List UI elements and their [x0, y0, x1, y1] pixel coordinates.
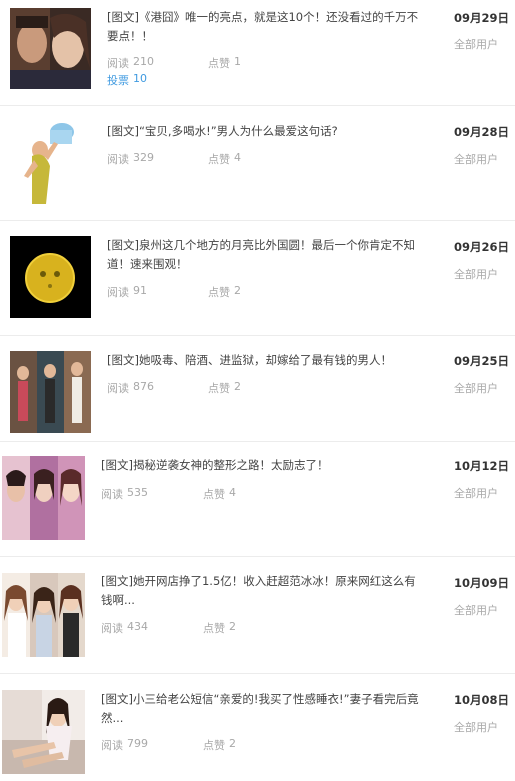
like-count: 2 [229, 737, 236, 750]
read-count: 434 [127, 620, 148, 633]
article-thumbnail[interactable] [10, 8, 91, 89]
article-thumbnail[interactable] [2, 573, 85, 657]
list-item[interactable]: [图文]她开网店挣了1.5亿！收入赶超范冰冰！原来网红这么有钱啊... 阅读 4… [0, 557, 515, 674]
publish-date: 10月08日 [454, 693, 510, 707]
vote-count[interactable]: 10 [133, 72, 147, 85]
audience-label: 全部用户 [454, 268, 498, 281]
list-item[interactable]: [图文]“宝贝,多喝水!”男人为什么最爱这句话? 阅读 329 点赞 4 09月… [0, 106, 515, 221]
article-title[interactable]: [图文]泉州这几个地方的月亮比外国圆！最后一个你肯定不知道！速来围观！ [107, 236, 425, 274]
audience-label: 全部用户 [454, 153, 498, 166]
audience-label: 全部用户 [454, 38, 498, 51]
publish-date: 09月28日 [454, 125, 510, 139]
like-count: 2 [234, 380, 241, 393]
read-count: 876 [133, 380, 154, 393]
list-item[interactable]: [图文]她吸毒、陪酒、进监狱，却嫁给了最有钱的男人！ 阅读 876 点赞 2 0… [0, 336, 515, 442]
audience-label: 全部用户 [454, 382, 498, 395]
read-label: 阅读 [107, 57, 129, 70]
read-count: 210 [133, 55, 154, 68]
read-label: 阅读 [101, 622, 123, 635]
publish-date: 09月26日 [454, 240, 510, 254]
read-label: 阅读 [101, 488, 123, 501]
article-title[interactable]: [图文]“宝贝,多喝水!”男人为什么最爱这句话? [107, 122, 425, 141]
article-thumbnail[interactable] [10, 120, 91, 204]
publish-date: 09月29日 [454, 11, 510, 25]
article-thumbnail[interactable] [2, 690, 85, 774]
like-label: 点赞 [208, 153, 230, 166]
article-thumbnail[interactable] [2, 456, 85, 540]
like-count: 2 [234, 284, 241, 297]
like-label: 点赞 [203, 739, 225, 752]
read-label: 阅读 [107, 382, 129, 395]
article-title[interactable]: [图文]她吸毒、陪酒、进监狱，却嫁给了最有钱的男人！ [107, 351, 425, 370]
like-label: 点赞 [203, 488, 225, 501]
article-thumbnail[interactable] [10, 351, 91, 433]
read-count: 329 [133, 151, 154, 164]
read-label: 阅读 [101, 739, 123, 752]
like-count: 2 [229, 620, 236, 633]
like-label: 点赞 [208, 382, 230, 395]
publish-date: 09月25日 [454, 354, 510, 368]
publish-date: 10月09日 [454, 576, 510, 590]
list-item[interactable]: [图文]揭秘逆袭女神的整形之路！太励志了！ 阅读 535 点赞 4 10月12日… [0, 442, 515, 557]
like-label: 点赞 [208, 57, 230, 70]
list-item[interactable]: [图文]小三给老公短信“亲爱的!我买了性感睡衣!”妻子看完后竟然... 阅读 7… [0, 674, 515, 781]
read-count: 91 [133, 284, 147, 297]
publish-date: 10月12日 [454, 459, 510, 473]
list-item[interactable]: [图文]《港囧》唯一的亮点，就是这10个！还没看过的千万不要点！！ 阅读 210… [0, 0, 515, 106]
audience-label: 全部用户 [454, 721, 498, 734]
article-title[interactable]: [图文]《港囧》唯一的亮点，就是这10个！还没看过的千万不要点！！ [107, 8, 425, 46]
like-label: 点赞 [208, 286, 230, 299]
read-label: 阅读 [107, 153, 129, 166]
audience-label: 全部用户 [454, 487, 498, 500]
article-title[interactable]: [图文]揭秘逆袭女神的整形之路！太励志了！ [101, 456, 419, 475]
read-label: 阅读 [107, 286, 129, 299]
article-title[interactable]: [图文]她开网店挣了1.5亿！收入赶超范冰冰！原来网红这么有钱啊... [101, 572, 419, 610]
read-count: 535 [127, 486, 148, 499]
article-list: [图文]《港囧》唯一的亮点，就是这10个！还没看过的千万不要点！！ 阅读 210… [0, 0, 515, 781]
read-count: 799 [127, 737, 148, 750]
list-item[interactable]: [图文]泉州这几个地方的月亮比外国圆！最后一个你肯定不知道！速来围观！ 阅读 9… [0, 221, 515, 336]
article-title[interactable]: [图文]小三给老公短信“亲爱的!我买了性感睡衣!”妻子看完后竟然... [101, 690, 419, 728]
like-count: 4 [234, 151, 241, 164]
like-count: 4 [229, 486, 236, 499]
audience-label: 全部用户 [454, 604, 498, 617]
article-thumbnail[interactable] [10, 236, 91, 318]
vote-label[interactable]: 投票 [107, 72, 129, 88]
like-count: 1 [234, 55, 241, 68]
like-label: 点赞 [203, 622, 225, 635]
